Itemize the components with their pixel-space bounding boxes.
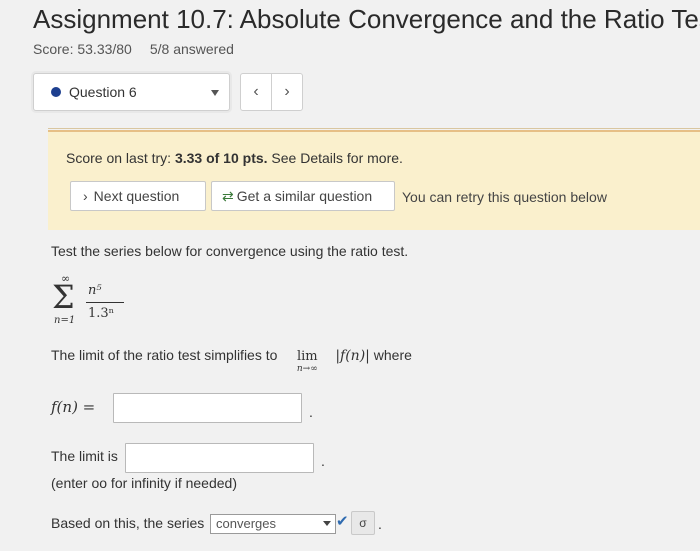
chevron-down-icon — [211, 90, 219, 96]
last-try-prefix: Score on last try: — [66, 150, 175, 166]
infinity-hint: (enter oo for infinity if needed) — [51, 475, 237, 491]
f-input[interactable] — [113, 393, 302, 423]
previous-question-button[interactable]: ‹ — [240, 73, 272, 111]
panel-divider — [48, 128, 700, 129]
next-question-arrow-button[interactable]: › — [271, 73, 303, 111]
limit-input[interactable] — [125, 443, 314, 473]
similar-question-label: Get a similar question — [236, 188, 373, 204]
series-denominator: 1.3ⁿ — [88, 306, 115, 321]
score-details-button[interactable]: σ — [351, 511, 375, 535]
next-question-label: Next question — [93, 188, 180, 204]
series-result-select[interactable]: converges — [210, 514, 336, 534]
status-dot-icon — [51, 87, 61, 97]
period: . — [321, 453, 325, 469]
page-title: Assignment 10.7: Absolute Convergence an… — [33, 4, 700, 34]
similar-question-button[interactable]: ⇄ Get a similar question — [211, 181, 395, 211]
limit-prefix: The limit of the ratio test simplifies t… — [51, 347, 278, 363]
score-detail-icon: σ — [359, 516, 367, 530]
last-try-suffix: See Details for more. — [267, 150, 403, 166]
chevron-right-icon: › — [83, 188, 88, 204]
question-select-label: Question 6 — [69, 84, 137, 100]
retry-message: You can retry this question below — [402, 189, 607, 205]
limit-statement: The limit of the ratio test simplifies t… — [51, 347, 412, 374]
question-prompt: Test the series below for convergence us… — [51, 243, 409, 259]
limit-suffix: where — [369, 347, 412, 363]
limit-notation: lim n→∞ — [287, 347, 327, 374]
abs-f-expression: |f(n)| — [335, 348, 370, 364]
score-line: Score: 53.33/80 5/8 answered — [33, 41, 234, 57]
lim-subscript: n→∞ — [296, 364, 318, 374]
refresh-icon: ⇄ — [222, 188, 234, 204]
answered-count: 5/8 answered — [149, 41, 234, 57]
next-question-button[interactable]: › Next question — [70, 181, 206, 211]
question-select[interactable]: Question 6 — [33, 73, 230, 111]
based-on-label: Based on this, the series — [51, 515, 205, 531]
sigma-symbol: Σ — [52, 278, 75, 316]
period: . — [378, 516, 382, 532]
lim-word: lim — [296, 349, 318, 364]
sum-lower-limit: n=1 — [54, 315, 76, 326]
score-text: Score: 53.33/80 — [33, 41, 132, 57]
f-label: f(n) = — [51, 398, 96, 416]
feedback-panel — [48, 130, 700, 230]
last-try-score: Score on last try: 3.33 of 10 pts. See D… — [66, 150, 403, 166]
series-numerator: n⁵ — [88, 283, 102, 298]
limit-label: The limit is — [51, 448, 118, 464]
series-formula: ∞ Σ n=1 n⁵ 1.3ⁿ — [52, 272, 132, 333]
last-try-points: 3.33 of 10 pts. — [174, 150, 268, 166]
check-icon: ✔ — [336, 513, 349, 530]
chevron-down-icon — [323, 521, 331, 526]
fraction-bar — [86, 302, 124, 303]
series-result-value: converges — [216, 516, 276, 531]
period: . — [309, 404, 313, 420]
